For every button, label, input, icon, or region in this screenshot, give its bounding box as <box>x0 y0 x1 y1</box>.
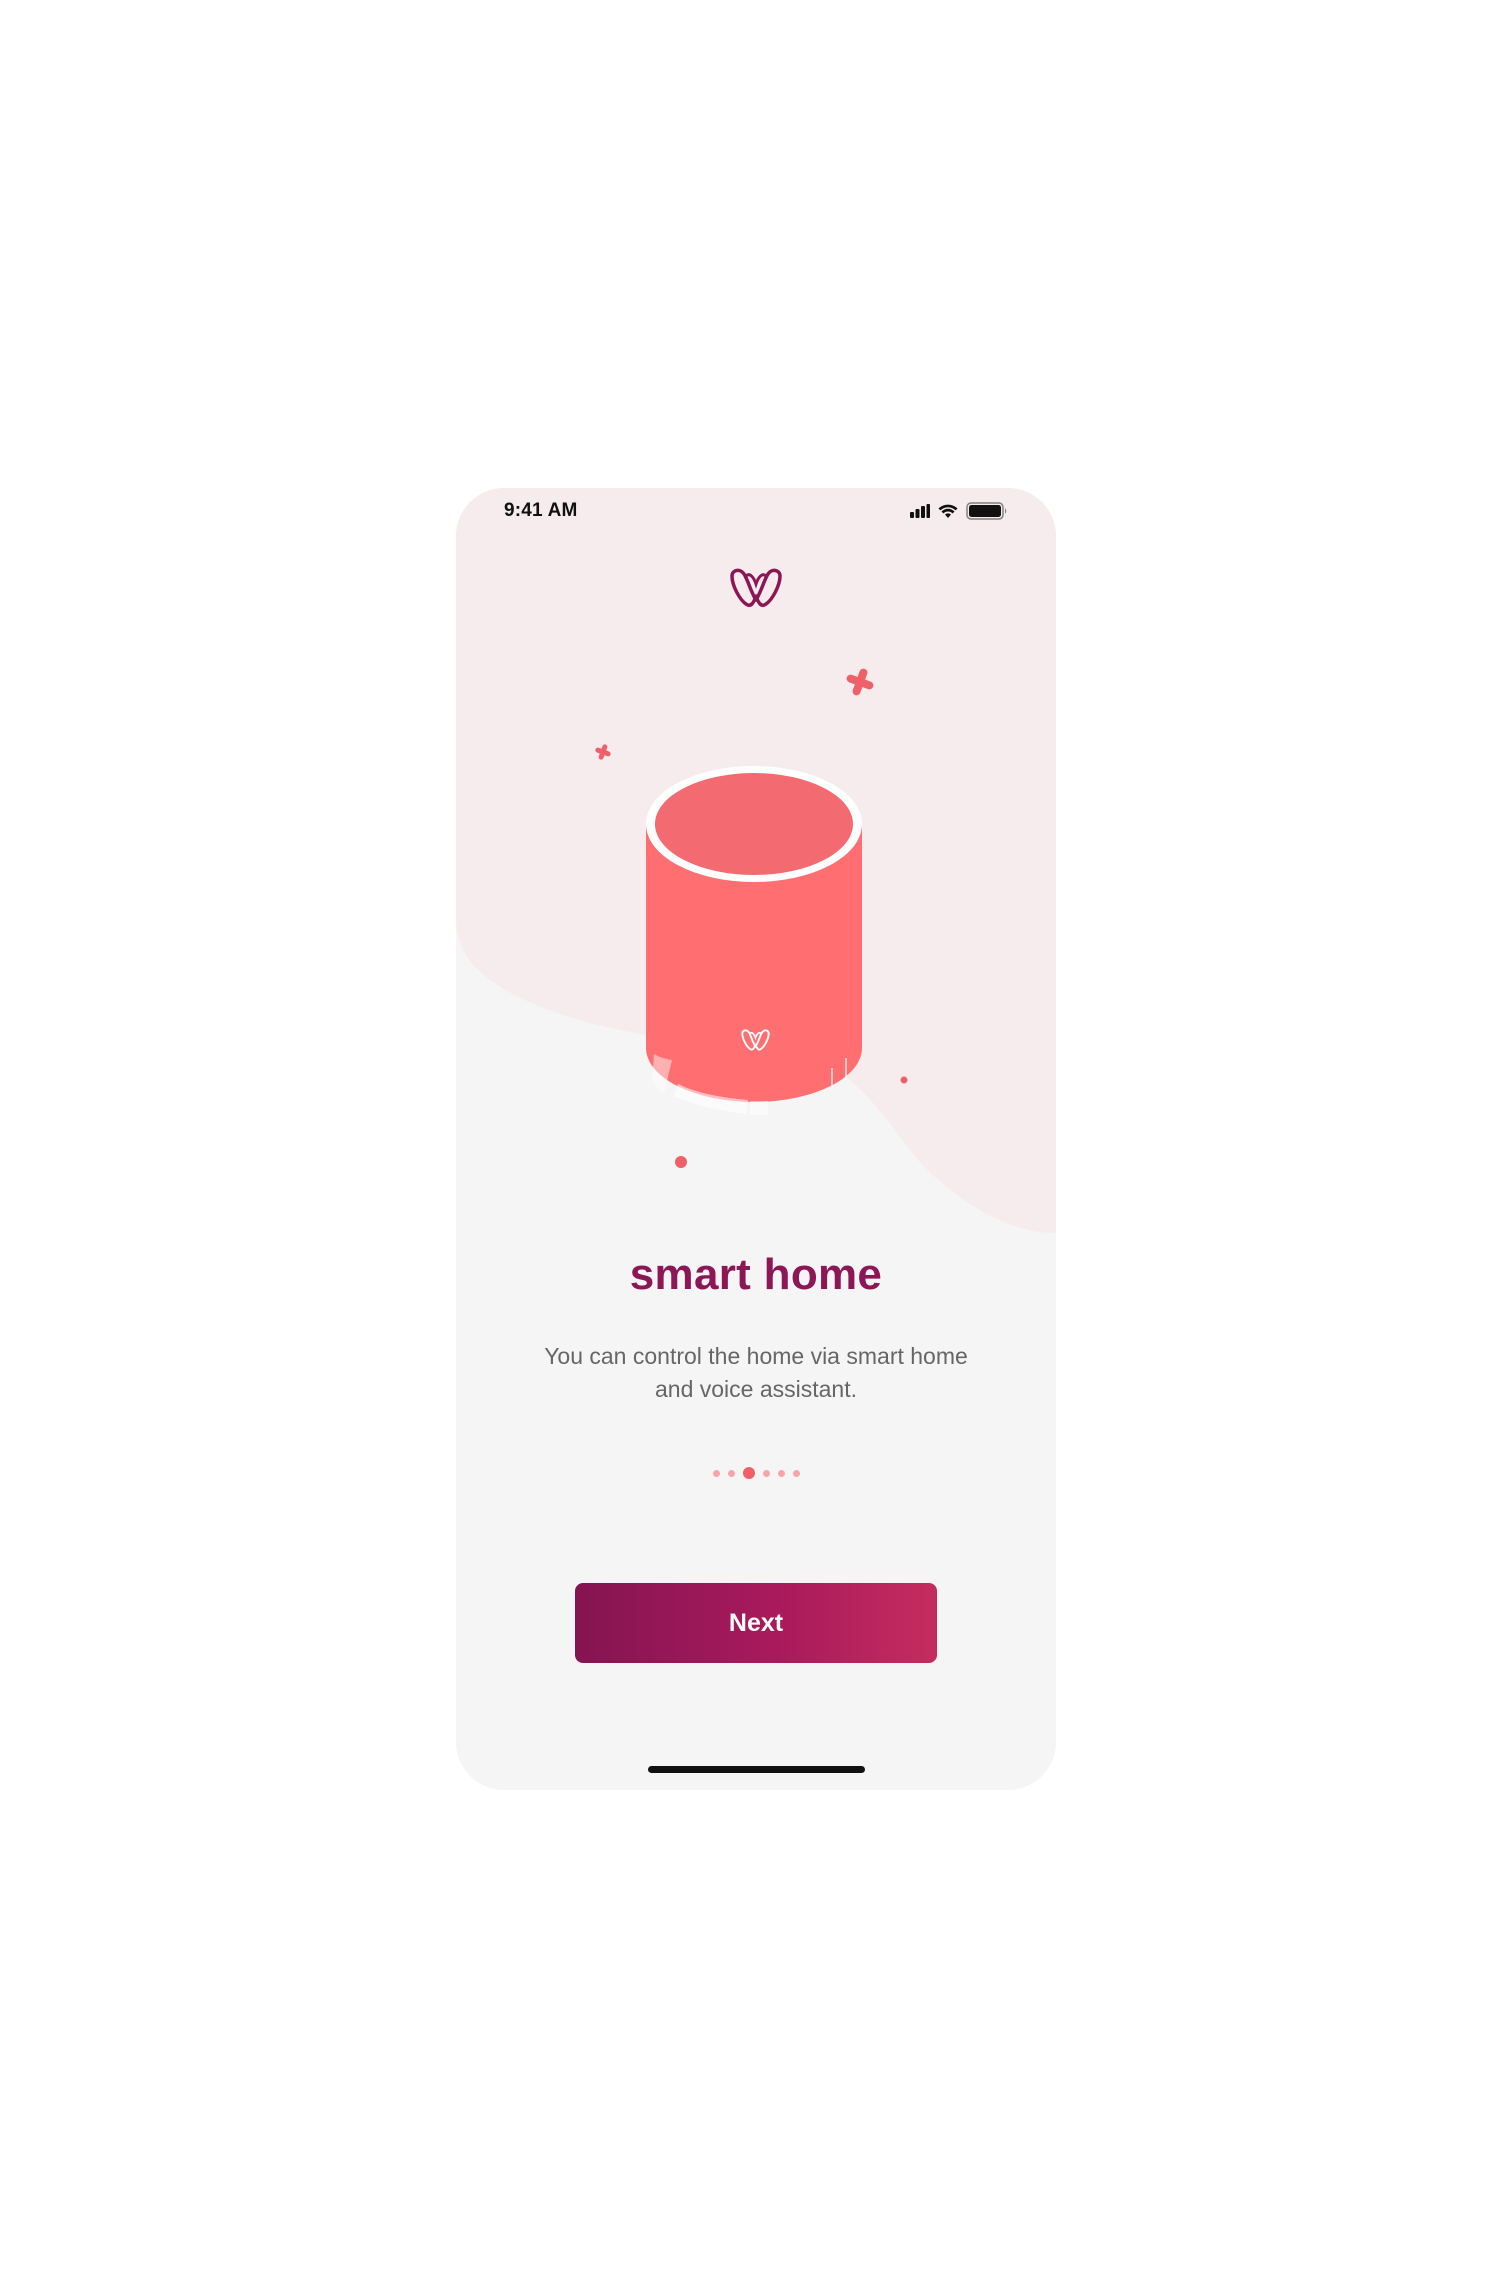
page-dot-5[interactable] <box>777 1469 785 1477</box>
next-button[interactable]: Next <box>575 1583 937 1663</box>
page-dot-6[interactable] <box>792 1469 800 1477</box>
page-description: You can control the home via smart home … <box>544 1343 968 1402</box>
phone-screen: 9:41 AM smart home You can control the h… <box>456 488 1056 1790</box>
dot-decoration <box>675 1156 687 1168</box>
sparkle-large-icon <box>846 668 874 696</box>
dot-decoration-small <box>900 1076 908 1084</box>
page-dot-2[interactable] <box>727 1469 735 1477</box>
home-indicator[interactable] <box>648 1766 865 1773</box>
speaker-top <box>655 773 853 875</box>
page-dot-4[interactable] <box>762 1469 770 1477</box>
page-title: smart home <box>629 1250 883 1299</box>
sparkle-small-icon <box>595 744 611 760</box>
page-indicator <box>456 1466 1056 1480</box>
page-dot-3-active[interactable] <box>742 1467 755 1479</box>
page-dot-1[interactable] <box>712 1469 720 1477</box>
